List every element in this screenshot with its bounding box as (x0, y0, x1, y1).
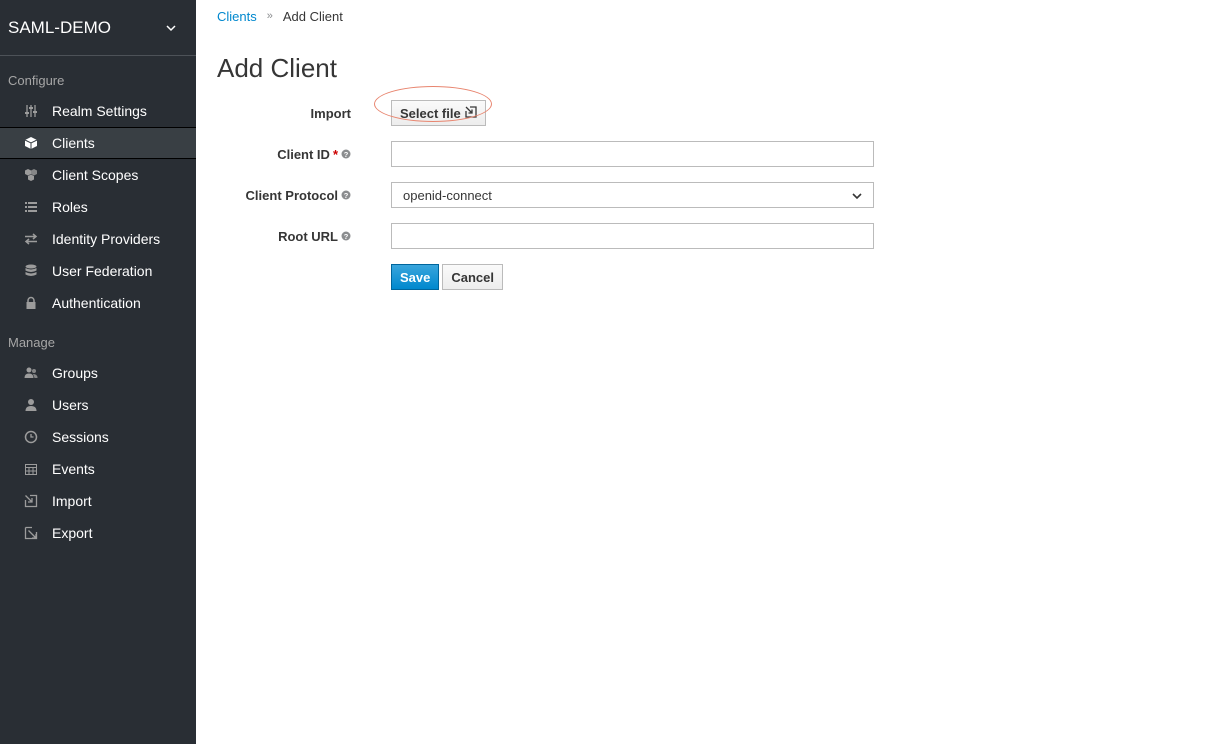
client-protocol-row: Client Protocol ? openid-connect (217, 182, 917, 208)
root-url-label-text: Root URL (278, 228, 338, 244)
sliders-icon (24, 104, 38, 118)
svg-text:?: ? (344, 191, 349, 200)
main-content: Clients » Add Client Add Client Import S… (217, 0, 1226, 290)
save-button[interactable]: Save (391, 264, 440, 290)
sidebar-item-label: Groups (52, 365, 98, 381)
sidebar-item-export[interactable]: Export (0, 517, 196, 549)
cube-icon (24, 136, 38, 150)
sidebar-item-authentication[interactable]: Authentication (0, 287, 196, 319)
import-icon (24, 494, 38, 508)
client-id-control (391, 141, 874, 167)
import-label-text: Import (310, 105, 351, 121)
sidebar-item-label: Identity Providers (52, 231, 161, 247)
lock-icon (24, 296, 38, 310)
sidebar-item-realm-settings[interactable]: Realm Settings (0, 95, 196, 127)
sidebar-item-roles[interactable]: Roles (0, 191, 196, 223)
select-file-label: Select file (400, 105, 461, 121)
chevron-down-icon (166, 18, 176, 38)
client-protocol-select[interactable]: openid-connect (391, 182, 874, 208)
users-group-icon (24, 366, 38, 380)
import-control: Select file (374, 86, 492, 126)
form-actions: Save Cancel (391, 264, 504, 290)
sidebar-item-sessions[interactable]: Sessions (0, 421, 196, 453)
client-protocol-label: Client Protocol ? (217, 188, 351, 203)
realm-selector[interactable]: SAML-DEMO (0, 0, 196, 56)
breadcrumb-clients-link[interactable]: Clients (217, 9, 257, 24)
import-label: Import (217, 106, 351, 121)
chevron-down-icon (852, 188, 862, 203)
sidebar-item-user-federation[interactable]: User Federation (0, 255, 196, 287)
sidebar: SAML-DEMO Configure Realm Settings Clien… (0, 0, 196, 744)
breadcrumb-current: Add Client (282, 8, 343, 24)
sidebar-item-events[interactable]: Events (0, 453, 196, 485)
configure-section-label: Configure (8, 73, 65, 88)
client-id-label: Client ID * ? (217, 147, 351, 162)
sidebar-item-users[interactable]: Users (0, 389, 196, 421)
realm-name: SAML-DEMO (8, 17, 111, 37)
help-icon[interactable]: ? (341, 229, 351, 244)
svg-text:?: ? (344, 150, 349, 159)
sidebar-item-label: Events (52, 461, 95, 477)
manage-section-label: Manage (8, 335, 55, 350)
user-icon (24, 398, 38, 412)
sidebar-item-label: Client Scopes (52, 167, 139, 183)
client-protocol-label-text: Client Protocol (245, 187, 338, 203)
sidebar-item-label: Users (52, 397, 89, 413)
database-icon (24, 264, 38, 278)
cancel-button[interactable]: Cancel (442, 264, 504, 290)
sidebar-item-import[interactable]: Import (0, 485, 196, 517)
sidebar-item-label: User Federation (52, 263, 153, 279)
form-actions-row: Save Cancel (217, 264, 917, 290)
client-protocol-control: openid-connect (391, 182, 874, 208)
svg-text:?: ? (344, 232, 349, 241)
client-id-row: Client ID * ? (217, 141, 917, 167)
help-icon[interactable]: ? (341, 188, 351, 203)
sidebar-item-label: Sessions (52, 429, 109, 445)
root-url-label: Root URL ? (217, 229, 351, 244)
cubes-icon (24, 168, 38, 182)
root-url-control (391, 223, 874, 249)
required-marker: * (332, 146, 338, 162)
sidebar-item-groups[interactable]: Groups (0, 357, 196, 389)
exchange-icon (24, 232, 38, 246)
import-row: Import Select file (217, 86, 917, 126)
sidebar-item-label: Authentication (52, 295, 141, 311)
export-icon (24, 526, 38, 540)
sidebar-item-label: Import (52, 493, 92, 509)
client-id-input[interactable] (391, 141, 874, 167)
client-protocol-value: openid-connect (403, 187, 492, 203)
sidebar-item-label: Roles (52, 199, 88, 215)
select-file-button[interactable]: Select file (391, 100, 486, 126)
sidebar-item-clients[interactable]: Clients (0, 127, 196, 159)
clock-icon (24, 430, 38, 444)
page-title: Add Client (217, 53, 337, 83)
sidebar-item-label: Realm Settings (52, 103, 147, 119)
client-id-label-text: Client ID (277, 146, 330, 162)
sidebar-item-client-scopes[interactable]: Client Scopes (0, 159, 196, 191)
roles-list-icon (24, 200, 38, 214)
help-icon[interactable]: ? (341, 147, 351, 162)
calendar-icon (24, 462, 38, 476)
root-url-input[interactable] (391, 223, 874, 249)
breadcrumb: Clients » Add Client (217, 1, 1226, 31)
sidebar-item-identity-providers[interactable]: Identity Providers (0, 223, 196, 255)
sidebar-item-label: Clients (52, 135, 95, 151)
root-url-row: Root URL ? (217, 223, 917, 249)
breadcrumb-separator-icon: » (266, 10, 273, 22)
import-file-icon (465, 105, 477, 121)
sidebar-item-label: Export (52, 525, 93, 541)
